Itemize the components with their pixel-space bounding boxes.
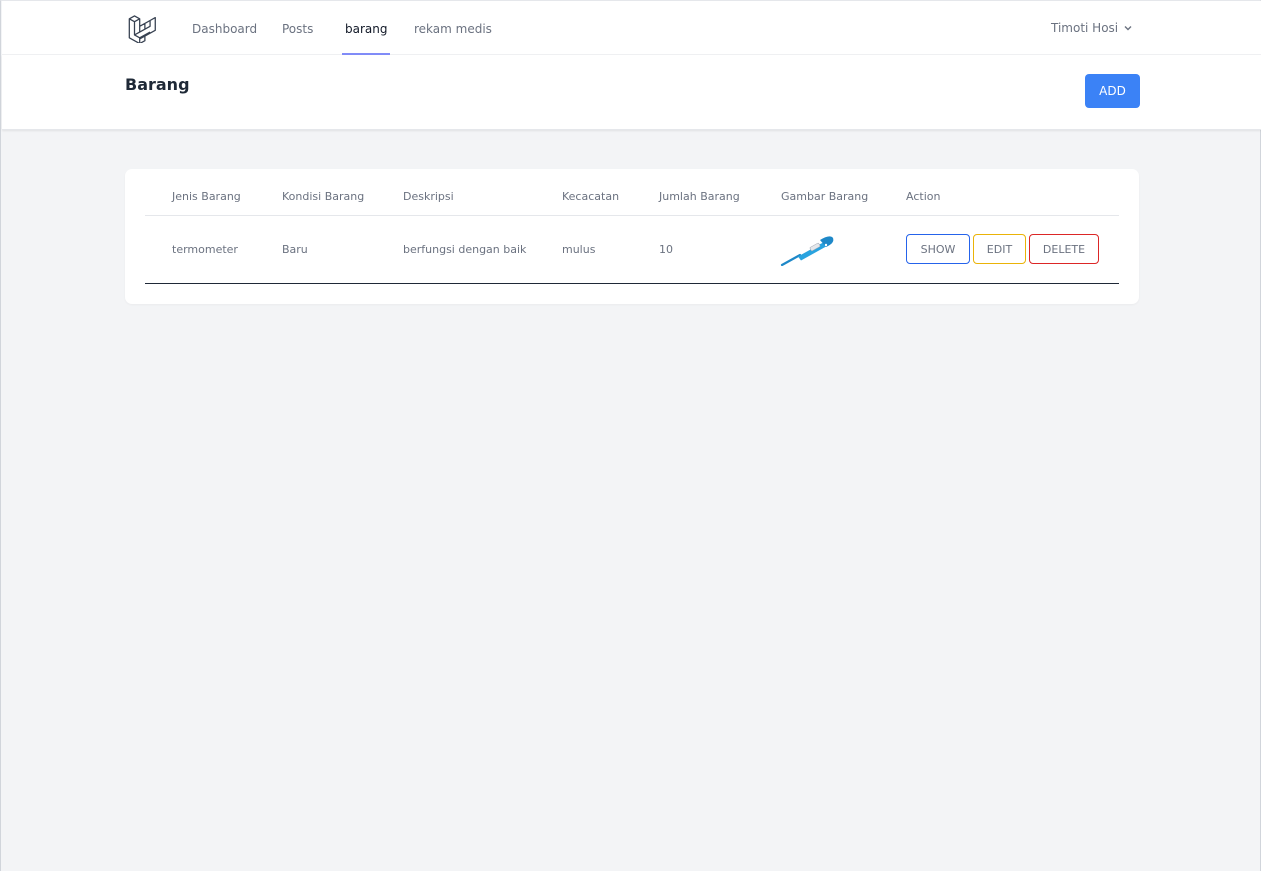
page-header: Barang ADD xyxy=(2,55,1261,130)
cell-kondisi: Baru xyxy=(282,243,308,256)
chevron-down-icon xyxy=(1124,26,1132,31)
nav-link-dashboard[interactable]: Dashboard xyxy=(192,1,257,55)
top-navbar: Dashboard Posts barang rekam medis Timot… xyxy=(2,1,1261,55)
table-header: Jenis Barang Kondisi Barang Deskripsi Ke… xyxy=(145,169,1119,216)
table-row: termometer Baru berfungsi dengan baik mu… xyxy=(145,216,1119,284)
column-header-jumlah: Jumlah Barang xyxy=(659,190,740,203)
cell-jenis: termometer xyxy=(172,243,238,256)
page-title: Barang xyxy=(125,75,190,94)
show-button[interactable]: SHOW xyxy=(906,234,970,264)
column-header-deskripsi: Deskripsi xyxy=(403,190,454,203)
column-header-kecacatan: Kecacatan xyxy=(562,190,620,203)
cell-kecacatan: mulus xyxy=(562,243,596,256)
nav-link-posts[interactable]: Posts xyxy=(282,1,313,55)
user-name: Timoti Hosi xyxy=(1051,21,1119,35)
app-frame: Dashboard Posts barang rekam medis Timot… xyxy=(0,0,1261,871)
column-header-action: Action xyxy=(906,190,941,203)
column-header-gambar: Gambar Barang xyxy=(781,190,869,203)
nav-link-rekam-medis[interactable]: rekam medis xyxy=(414,1,492,55)
barang-table-card: Jenis Barang Kondisi Barang Deskripsi Ke… xyxy=(125,169,1139,304)
cell-jumlah: 10 xyxy=(659,243,673,256)
nav-link-barang[interactable]: barang xyxy=(342,1,391,55)
add-button[interactable]: ADD xyxy=(1085,74,1140,108)
cell-deskripsi: berfungsi dengan baik xyxy=(403,243,527,256)
user-dropdown[interactable]: Timoti Hosi xyxy=(1051,1,1133,55)
edit-button[interactable]: EDIT xyxy=(973,234,1026,264)
delete-button[interactable]: DELETE xyxy=(1029,234,1099,264)
laravel-logo-icon[interactable] xyxy=(127,13,157,43)
column-header-kondisi: Kondisi Barang xyxy=(282,190,365,203)
thermometer-image xyxy=(780,236,834,266)
column-header-jenis: Jenis Barang xyxy=(172,190,241,203)
